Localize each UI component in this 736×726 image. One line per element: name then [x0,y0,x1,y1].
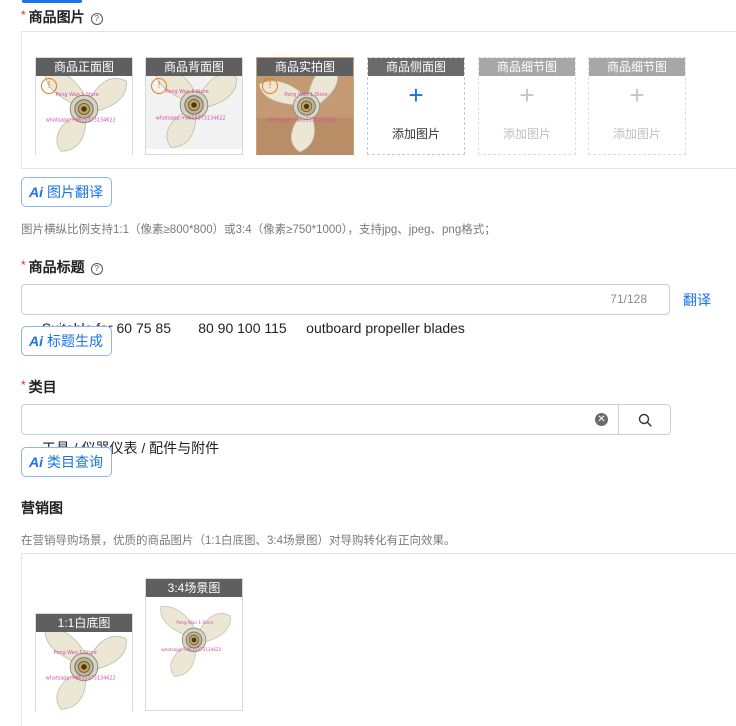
image-slot-side[interactable]: 商品侧面图 + 添加图片 [367,57,465,155]
title-section-label: * 商品标题? [21,257,103,277]
image-slot-detail-1: 商品细节图 + 添加图片 [478,57,576,155]
title-char-counter: 71/128 [610,292,647,306]
marketing-section-label: 营销图 [21,500,63,516]
required-mark: * [21,378,26,392]
help-icon[interactable]: ? [90,263,103,275]
search-icon [638,413,652,427]
warning-icon[interactable]: ! [151,78,167,94]
image-slot-detail-2: 商品细节图 + 添加图片 [588,57,686,155]
plus-icon: + [519,80,535,110]
image-slot-front[interactable]: 商品正面图 Peng Wan 1 Store whatsapp:+8615373… [35,57,133,155]
category-query-button[interactable]: Ai 类目查询 [21,447,112,477]
ai-icon: Ai [29,184,43,200]
watermark-top: Peng Wan 1 Store [284,92,327,98]
watermark-bottom: whatsapp:+8615373134622 [156,116,226,122]
watermark-top: Peng Wan 1 Store [56,92,99,98]
watermark-top: Peng Wan 1 Store [54,650,97,656]
images-section-label: * 商品图片? [21,7,103,27]
ai-icon: Ai [29,454,43,470]
warning-icon[interactable]: ! [41,78,57,94]
image-format-hint: 图片横纵比例支持1:1（像素≥800*800）或3:4（像素≥750*1000）… [21,224,496,236]
watermark-top: Peng Wan 1 Store [166,89,209,95]
plus-icon: + [629,80,645,110]
watermark-bottom: whatsapp:+8615373134622 [267,118,337,124]
category-input[interactable]: 工具 / 仪器仪表 / 配件与附件 [21,404,619,456]
marketing-slot-white[interactable]: 1:1白底图 Peng Wan 1 Store whatsapp:+861537… [35,613,133,711]
propeller-image: Peng Wan 1 Store whatsapp:+8615373134622 [152,597,236,693]
clear-icon[interactable]: ✕ [595,413,608,426]
category-search-button[interactable] [618,404,671,435]
ai-icon: Ai [29,333,43,349]
title-input[interactable]: Suitable for 60 75 85 80 90 100 115 outb… [21,284,670,336]
warning-icon[interactable]: ! [262,78,278,94]
image-slot-photo[interactable]: 商品实拍图 Peng Wan 1 Store whatsapp:+8615373… [256,57,354,156]
watermark-top: Peng Wan 1 Store [176,620,214,625]
watermark-bottom: whatsapp:+8615373134622 [161,647,221,652]
image-translate-button[interactable]: Ai 图片翻译 [21,177,112,207]
category-section-label: * 类目 [21,378,57,395]
required-mark: * [21,258,26,272]
marketing-hint: 在营销导购场景，优质的商品图片（1:1白底图、3:4场景图）对导购转化有正向效果… [21,535,456,547]
required-mark: * [21,8,26,22]
plus-icon: + [408,80,424,110]
translate-link[interactable]: 翻译 [683,290,711,310]
image-slot-back[interactable]: 商品背面图 Peng Wan 1 Store whatsapp:+8615373… [145,57,243,155]
help-icon[interactable]: ? [90,13,103,25]
marketing-slot-scene[interactable]: 3:4场景图 Peng Wan 1 Store whatsapp:+861537… [145,578,243,711]
watermark-bottom: whatsapp:+8615373134622 [46,676,116,682]
title-generate-button[interactable]: Ai 标题生成 [21,326,112,356]
active-tab-indicator [22,0,82,3]
watermark-bottom: whatsapp:+8615373134622 [46,118,116,124]
